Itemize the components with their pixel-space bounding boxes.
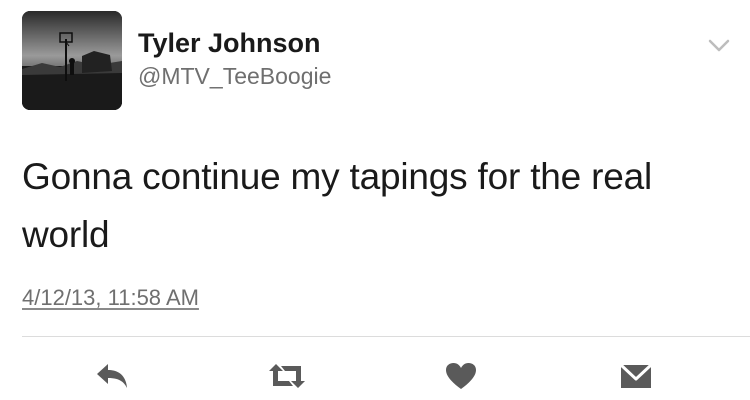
reply-icon — [97, 364, 127, 388]
like-button[interactable] — [441, 358, 481, 394]
tweet-timestamp[interactable]: 4/12/13, 11:58 AM — [22, 283, 199, 313]
avatar-photo — [22, 11, 122, 110]
display-name[interactable]: Tyler Johnson — [138, 26, 321, 60]
tweet-card: Tyler Johnson @MTV_TeeBoogie Gonna conti… — [0, 0, 750, 400]
retweet-button[interactable] — [267, 358, 307, 394]
divider — [22, 336, 750, 337]
retweet-icon — [269, 364, 305, 388]
reply-button[interactable] — [92, 358, 132, 394]
chevron-down-icon[interactable] — [706, 36, 732, 56]
tweet-text: Gonna continue my tapings for the real w… — [22, 156, 652, 255]
envelope-icon — [619, 363, 653, 388]
direct-message-button[interactable] — [616, 358, 656, 394]
user-handle[interactable]: @MTV_TeeBoogie — [138, 61, 331, 91]
avatar[interactable] — [22, 11, 122, 110]
heart-icon — [446, 363, 476, 389]
